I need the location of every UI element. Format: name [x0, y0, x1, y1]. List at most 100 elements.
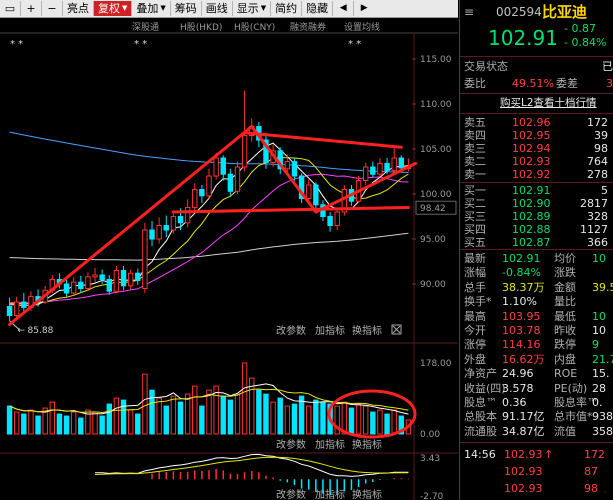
candle-body	[63, 283, 70, 294]
stat-value: 938	[592, 410, 613, 424]
candle-body	[177, 216, 184, 224]
top-label-1[interactable]: H股(HKD)	[180, 22, 222, 33]
quote-panel: ≡ 002594 比亚迪 102.91 - 0.87 - 0.84% 交易状态 …	[459, 0, 613, 500]
stat-value: 103.78	[502, 324, 541, 337]
change-value: - 0.87	[564, 22, 596, 35]
candle-body	[21, 301, 27, 308]
main-panel-button-0[interactable]: 改参数	[276, 324, 306, 337]
top-label-4[interactable]: 设置均线	[344, 21, 380, 33]
toolbar-button-6[interactable]: 简约	[271, 1, 303, 16]
zoom-in-icon[interactable]: +	[21, 1, 42, 16]
volume-bar	[348, 407, 355, 435]
vol-panel-button-0[interactable]: 改参数	[276, 438, 306, 451]
level2-link[interactable]: 购买L2查看十档行情	[500, 95, 597, 111]
macd-panel-button-1[interactable]: 加指标	[315, 488, 345, 500]
toolbar-button-5[interactable]: 显示 ▼	[233, 1, 272, 16]
volume-bar	[63, 415, 70, 435]
stat-value: 10	[592, 309, 606, 323]
volume-bar	[306, 405, 312, 435]
buy-price: 102.89	[512, 210, 551, 223]
stat-label: 净资产	[464, 367, 497, 381]
stat-value: 358	[592, 424, 613, 438]
sell-price: 102.93	[512, 155, 551, 168]
main-panel-button-1[interactable]: 加指标	[315, 324, 345, 337]
change-percent: - 0.84%	[564, 36, 607, 49]
stat-label: 最高	[464, 309, 486, 323]
weibi-label: 委比	[464, 77, 486, 90]
kline-chart[interactable]: * * * * * * 深股通 H股(HKD) H股(CNY) 融资融券 设置均线 11…	[0, 18, 458, 500]
volume-bar	[28, 409, 34, 435]
toolbar-button-1[interactable]: 复权 ▼	[94, 1, 133, 16]
vol-panel-button-1[interactable]: 加指标	[315, 438, 345, 451]
volume-bar	[234, 393, 241, 435]
next-icon[interactable]: ▶	[354, 1, 374, 16]
vol-panel-button-2[interactable]: 换指标	[352, 438, 382, 451]
toolbar-button-label: 画线	[205, 2, 228, 15]
toolbar-button-4[interactable]: 画线	[202, 1, 233, 16]
volume-bar	[163, 405, 169, 435]
candle-body	[127, 272, 134, 287]
stat-label: 昨收	[554, 324, 576, 337]
section-tag: 已	[602, 60, 613, 73]
stat-label: 收益(四)	[464, 381, 506, 395]
volume-bar	[78, 417, 84, 435]
volume-bar	[263, 393, 269, 435]
prev-icon[interactable]: ◀	[333, 1, 355, 16]
candle-body	[220, 157, 226, 175]
toolbar-button-0[interactable]: 亮点	[63, 1, 94, 16]
tick-price: 102.93	[504, 448, 543, 461]
sell-row: 卖五 102.96 172	[460, 116, 613, 129]
stat-value: 114.16	[502, 338, 541, 352]
price-axis-label: 100.00	[420, 190, 452, 200]
volume-bar	[220, 395, 226, 435]
volume-bar	[291, 403, 298, 435]
ma60-line	[9, 131, 409, 173]
candle-body	[362, 166, 369, 181]
uptrend-line	[8, 125, 254, 326]
stat-row: 涨停 114.16 跌停 9	[460, 338, 613, 352]
volume-bar	[142, 373, 148, 435]
toolbar-button-7[interactable]: 隐藏	[302, 1, 334, 16]
candle-body	[99, 274, 105, 280]
sell-row: 卖四 102.95 39	[460, 129, 613, 142]
sell-price: 102.96	[512, 116, 551, 129]
window-icon[interactable]: ▭	[0, 1, 21, 16]
volume-bar	[241, 362, 248, 435]
macd-panel-button-0[interactable]: 改参数	[276, 488, 306, 500]
low-marker-label: ←	[18, 326, 26, 336]
stat-row: 换手* 1.10% 量比	[460, 295, 613, 309]
stat-value: 21.7	[592, 352, 613, 366]
stat-label: 涨幅	[464, 266, 486, 280]
stat-row: 净资产 24.96 ROE 15.	[460, 367, 613, 381]
top-label-0[interactable]: 深股通	[132, 22, 159, 33]
stat-value: 0.	[592, 396, 603, 409]
tick-arrow: ↑	[544, 448, 554, 461]
volume-bar	[256, 389, 262, 435]
top-label-3[interactable]: 融资融券	[290, 21, 326, 33]
candle-body	[213, 157, 219, 177]
buy-volume: 2817	[580, 197, 608, 210]
stat-value: 15.	[592, 367, 610, 381]
candle-body	[377, 162, 383, 175]
volume-bar	[99, 415, 105, 435]
toolbar-button-3[interactable]: 筹码	[171, 1, 202, 16]
candle-body	[85, 276, 91, 289]
candle-body	[391, 157, 397, 172]
toolbar-button-label: 简约	[275, 2, 298, 15]
candle-body	[384, 162, 390, 172]
top-label-2[interactable]: H股(CNY)	[234, 22, 275, 33]
stat-label: 跌停	[554, 338, 576, 352]
macd-panel-button-2[interactable]: 换指标	[352, 488, 382, 500]
section-title: 交易状态	[464, 60, 508, 73]
stat-value: 91.17亿	[502, 410, 545, 424]
candle-body	[192, 189, 198, 208]
toolbar-button-2[interactable]: 叠加 ▼	[132, 1, 171, 16]
volume-bar	[370, 411, 376, 435]
chart-toolbar: ▭ + − 亮点 复权 ▼ 叠加 ▼ 筹码 画线 显示 ▼ 简约 隐藏 ◀ ▶	[0, 0, 458, 18]
main-panel-button-2[interactable]: 换指标	[352, 324, 382, 337]
sell-price: 102.94	[512, 142, 551, 155]
stars-mid: * *	[134, 39, 147, 50]
quote-menu-icon[interactable]: ≡	[464, 2, 474, 22]
tick-volume: 98	[584, 482, 598, 495]
zoom-out-icon[interactable]: −	[42, 1, 63, 16]
